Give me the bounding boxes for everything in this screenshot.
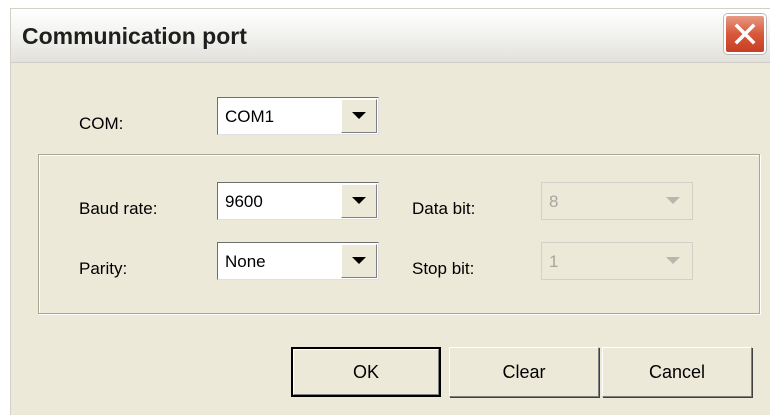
com-dropdown-button[interactable] xyxy=(341,99,377,133)
data-bit-dropdown-button xyxy=(655,184,691,218)
baud-rate-value: 9600 xyxy=(225,192,263,211)
clear-button[interactable]: Clear xyxy=(449,347,599,397)
ok-button-label: OK xyxy=(352,361,379,382)
chevron-down-icon xyxy=(352,197,366,204)
cancel-button-label: Cancel xyxy=(648,361,706,382)
com-label: COM: xyxy=(79,114,124,133)
com-select[interactable]: COM1 xyxy=(217,97,379,135)
com-select-value: COM1 xyxy=(225,107,275,126)
ok-button[interactable]: OK xyxy=(291,347,441,397)
baud-rate-select[interactable]: 9600 xyxy=(217,182,379,220)
chevron-down-icon xyxy=(352,112,366,119)
baud-rate-dropdown-button[interactable] xyxy=(341,184,377,218)
clear-button-label: Clear xyxy=(502,361,546,382)
stop-bit-value: 1 xyxy=(549,252,559,271)
title-bar[interactable]: Communication port xyxy=(11,9,770,63)
communication-port-dialog: Communication port COM: COM1 Baud rate: … xyxy=(10,8,770,415)
baud-rate-label: Baud rate: xyxy=(79,199,158,218)
chevron-down-icon xyxy=(666,197,680,204)
chevron-down-icon xyxy=(352,257,366,264)
stop-bit-select: 1 xyxy=(541,242,693,280)
close-button[interactable] xyxy=(724,14,766,54)
parity-select[interactable]: None xyxy=(217,242,379,280)
parity-value: None xyxy=(225,252,266,271)
chevron-down-icon xyxy=(666,257,680,264)
parity-label: Parity: xyxy=(79,259,128,278)
cancel-button[interactable]: Cancel xyxy=(602,347,752,397)
close-icon xyxy=(734,23,756,45)
dialog-title: Communication port xyxy=(22,23,247,49)
stop-bit-label: Stop bit: xyxy=(412,259,475,278)
data-bit-value: 8 xyxy=(549,192,559,211)
data-bit-select: 8 xyxy=(541,182,693,220)
parity-dropdown-button[interactable] xyxy=(341,244,377,278)
stop-bit-dropdown-button xyxy=(655,244,691,278)
port-settings-group xyxy=(38,154,760,314)
data-bit-label: Data bit: xyxy=(412,199,476,218)
